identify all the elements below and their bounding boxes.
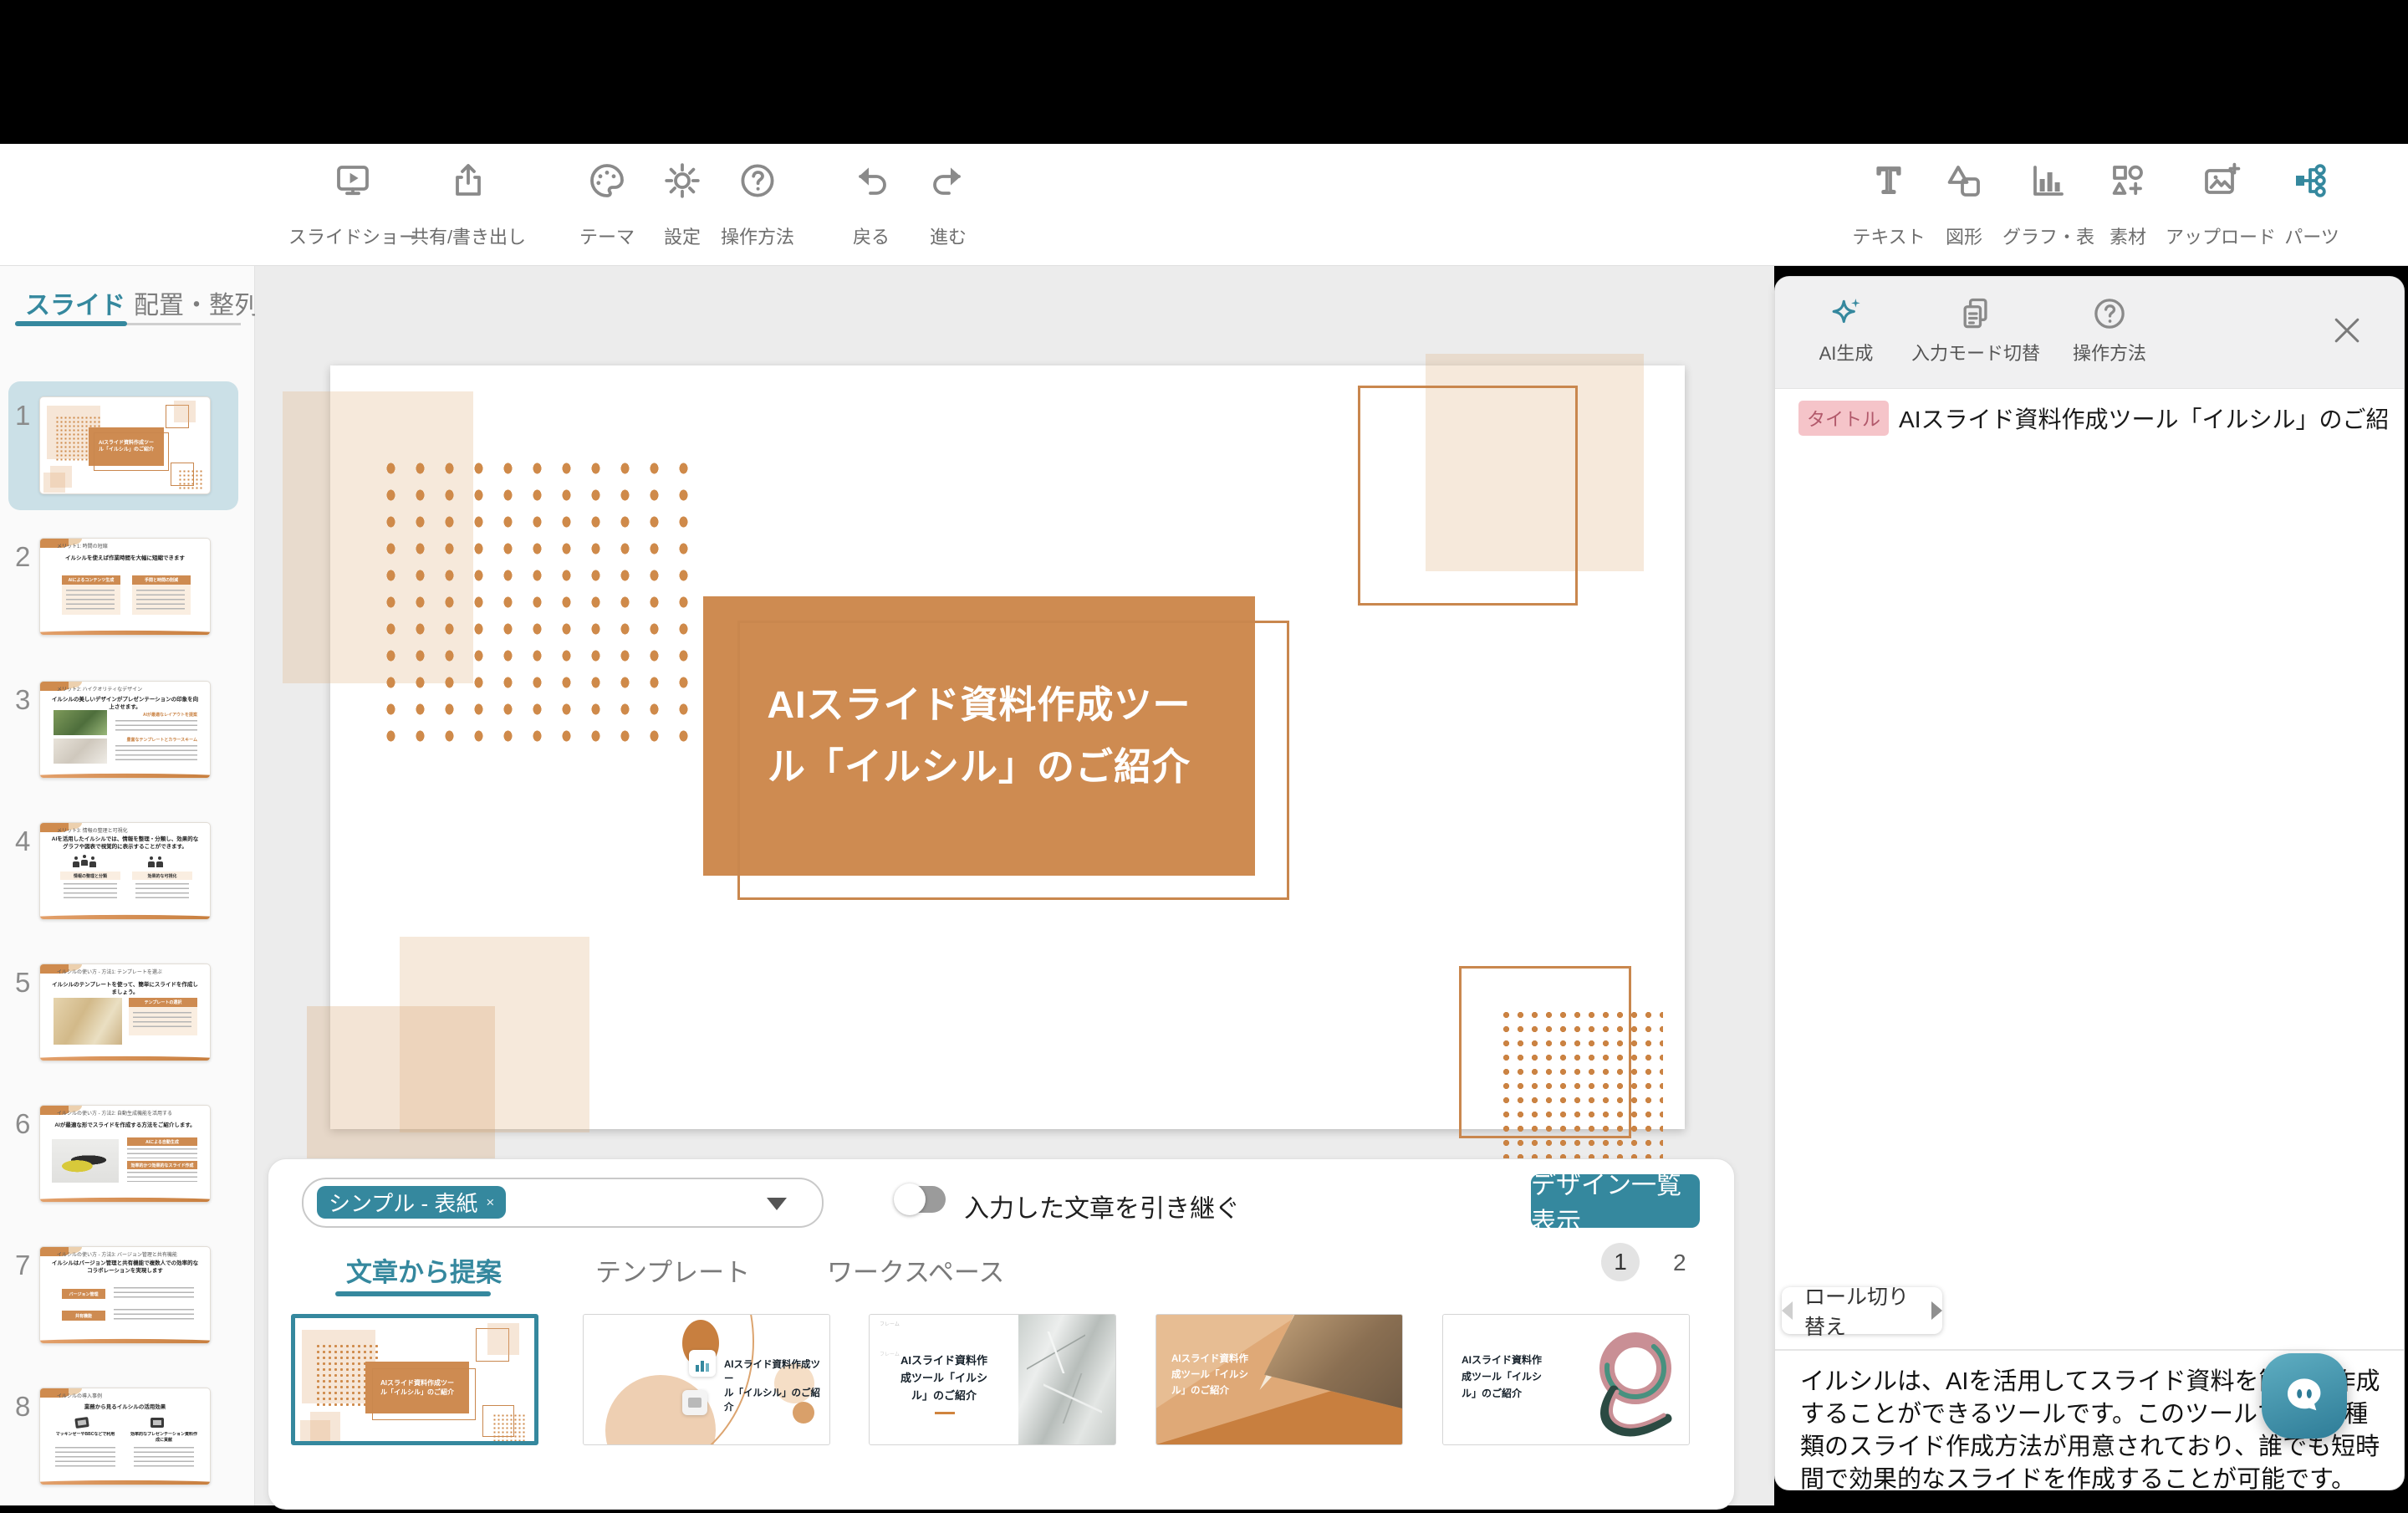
- close-panel-icon[interactable]: [2329, 312, 2365, 349]
- toggle-knob: [894, 1183, 926, 1215]
- slide-thumbnail-item-7[interactable]: 7 イルシルの使い方 - 方法3: バージョン管理と共有機能 イルシルはバージョ…: [0, 1246, 255, 1372]
- slide-number: 4: [15, 826, 30, 857]
- slide-number: 6: [15, 1108, 30, 1140]
- slide-number: 7: [15, 1250, 30, 1281]
- upload-image-icon: [2201, 161, 2241, 201]
- slideshow-icon: [333, 161, 373, 201]
- design-template-4[interactable]: AIスライド資料作成ツール「イルシル」のご紹介: [1156, 1314, 1403, 1445]
- slide-thumbnail-item-2[interactable]: 2 メリット1: 時間の短縮 イルシルを使えば作業時間を大幅に短縮できます AI…: [0, 538, 255, 663]
- redo-icon: [928, 161, 968, 201]
- swirl-ribbon-graphic: [1580, 1316, 1687, 1442]
- pages-icon: [1957, 295, 1994, 332]
- redo-button[interactable]: 進む: [881, 161, 1015, 248]
- main-toolbar: ホームに戻る スライドショー 共有/書き出し テーマ 設定 操作方法 戻る: [0, 144, 2408, 266]
- role-switch-button[interactable]: ロール切り替え: [1782, 1287, 1942, 1334]
- slide-thumbnail-item-5[interactable]: 5 イルシルの使い方 - 方法1: テンプレートを選ぶ イルシルのテンプレートを…: [0, 964, 255, 1089]
- slide-thumbnail-item-3[interactable]: 3 メリット2: ハイクオリティなデザイン イルシルの美しいデザインがプレゼンテ…: [0, 681, 255, 806]
- slide-5-thumbnail[interactable]: イルシルの使い方 - 方法1: テンプレートを選ぶ イルシルのテンプレートを使っ…: [39, 964, 211, 1061]
- slide-1-thumbnail[interactable]: AIスライド資料作成ツール「イルシル」のご紹介: [39, 396, 211, 494]
- slide-list-sidebar: スライド 配置・整列 1 AIスライド資料作成ツール「イルシル」のご紹介 2 メ…: [0, 266, 255, 1505]
- slide-content-panel: AI生成 入力モード切替 操作方法 タイトル AIスライド資料作成ツール「イルシ…: [1774, 276, 2405, 1490]
- parts-diagram-icon: [2292, 161, 2332, 201]
- input-mode-switch-button[interactable]: 入力モード切替: [1900, 295, 2051, 365]
- tab-workspace[interactable]: ワークスペース: [827, 1251, 1004, 1289]
- role-prev-icon[interactable]: [1782, 1301, 1793, 1320]
- tab-suggest-from-text[interactable]: 文章から提案: [346, 1251, 502, 1289]
- panel-help-button[interactable]: 操作方法: [2059, 295, 2160, 365]
- tab-slides[interactable]: スライド: [25, 284, 125, 321]
- asset-shapes-icon: [2108, 161, 2148, 201]
- slide-4-thumbnail[interactable]: メリット3: 情報の整理と可視化 AIを活用したイルシルでは、情報を整理・分類し…: [39, 822, 211, 920]
- question-circle-icon: [2091, 295, 2128, 332]
- design-template-5[interactable]: AIスライド資料作成ツール「イルシル」のご紹介: [1442, 1314, 1690, 1445]
- role-next-icon[interactable]: [1931, 1301, 1942, 1320]
- tab-arrange-align[interactable]: 配置・整列: [134, 284, 259, 321]
- share-export-button[interactable]: 共有/書き出し: [397, 161, 539, 248]
- title-badge: タイトル: [1798, 401, 1889, 436]
- slide-6-thumbnail[interactable]: イルシルの使い方 - 方法2: 自動生成機能を活用する AIが最適な形でスライド…: [39, 1105, 211, 1203]
- carry-over-text-toggle[interactable]: [897, 1186, 946, 1213]
- design-template-2[interactable]: AIスライド資料作成ツール「イルシル」のご紹介: [583, 1314, 830, 1445]
- tab-template[interactable]: テンプレート: [595, 1251, 750, 1289]
- chat-support-button[interactable]: [2262, 1353, 2347, 1439]
- style-tag[interactable]: シンプル - 表紙×: [317, 1186, 506, 1219]
- ai-sparkle-icon: [1828, 295, 1865, 332]
- tab-underline-active: [15, 321, 127, 326]
- slide-thumbnail-item-4[interactable]: 4 メリット3: 情報の整理と可視化 AIを活用したイルシルでは、情報を整理・分…: [0, 822, 255, 948]
- design-template-1[interactable]: AIスライド資料作成ツール「イルシル」のご紹介: [291, 1314, 538, 1445]
- design-suggestion-panel: シンプル - 表紙× 入力した文章を引き継ぐ デザイン一覧表示 文章から提案 テ…: [268, 1158, 1735, 1510]
- design-list-button[interactable]: デザイン一覧表示: [1531, 1174, 1700, 1228]
- remove-tag-icon[interactable]: ×: [486, 1194, 494, 1211]
- slide-title-field[interactable]: タイトル AIスライド資料作成ツール「イルシル」のご紹介: [1798, 401, 2387, 436]
- slide-thumbnail-item-8[interactable]: 8 イルシルの導入事例 業務から見るイルシルの活用効果 マッキンゼーやBBCなど…: [0, 1388, 255, 1513]
- select-caret-icon: [767, 1198, 787, 1210]
- slide-thumbnail-item-6[interactable]: 6 イルシルの使い方 - 方法2: 自動生成機能を活用する AIが最適な形でスラ…: [0, 1105, 255, 1230]
- question-circle-icon: [737, 161, 778, 201]
- slide-style-select[interactable]: シンプル - 表紙×: [302, 1178, 824, 1228]
- deco-outline-square-top-right[interactable]: [1358, 386, 1578, 606]
- ai-generate-button[interactable]: AI生成: [1800, 295, 1892, 365]
- deco-outline-rect-title[interactable]: [737, 621, 1289, 900]
- deco-dot-grid-top-left[interactable]: [376, 455, 696, 746]
- share-export-icon: [448, 161, 488, 201]
- slide-8-thumbnail[interactable]: イルシルの導入事例 業務から見るイルシルの活用効果 マッキンゼーやBBCなどで利…: [39, 1388, 211, 1485]
- slide-7-thumbnail[interactable]: イルシルの使い方 - 方法3: バージョン管理と共有機能 イルシルはバージョン管…: [39, 1246, 211, 1344]
- parts-button[interactable]: パーツ: [2241, 161, 2383, 248]
- deco-dot-grid-bottom-right[interactable]: [1499, 1008, 1663, 1165]
- chat-bubble-icon: [2278, 1370, 2330, 1422]
- slide-number: 3: [15, 684, 30, 716]
- carry-over-text-label: 入力した文章を引き継ぐ: [964, 1188, 1240, 1224]
- page-1-button[interactable]: 1: [1601, 1243, 1640, 1281]
- slide-title-value[interactable]: AIスライド資料作成ツール「イルシル」のご紹介: [1899, 401, 2387, 435]
- slide-thumbnail-item-1[interactable]: 1 AIスライド資料作成ツール「イルシル」のご紹介: [0, 396, 255, 522]
- slide-3-thumbnail[interactable]: メリット2: ハイクオリティなデザイン イルシルの美しいデザインがプレゼンテーシ…: [39, 681, 211, 779]
- bottom-tab-underline: [335, 1291, 491, 1296]
- slide-number: 5: [15, 967, 30, 999]
- content-panel-header: AI生成 入力モード切替 操作方法: [1775, 277, 2404, 389]
- design-template-3[interactable]: フレーム フレーム AIスライド資料作成ツール「イルシル」のご紹介: [869, 1314, 1116, 1445]
- slide-number: 1: [15, 400, 30, 432]
- page-2-button[interactable]: 2: [1673, 1250, 1686, 1276]
- panel-divider: [1775, 1349, 2404, 1351]
- slide-number: 2: [15, 541, 30, 573]
- slide-2-thumbnail[interactable]: メリット1: 時間の短縮 イルシルを使えば作業時間を大幅に短縮できます AIによ…: [39, 538, 211, 636]
- deco-beige-square-bottom-left-2[interactable]: [307, 1006, 495, 1161]
- slide-number: 8: [15, 1391, 30, 1423]
- top-black-bar: [0, 0, 2408, 144]
